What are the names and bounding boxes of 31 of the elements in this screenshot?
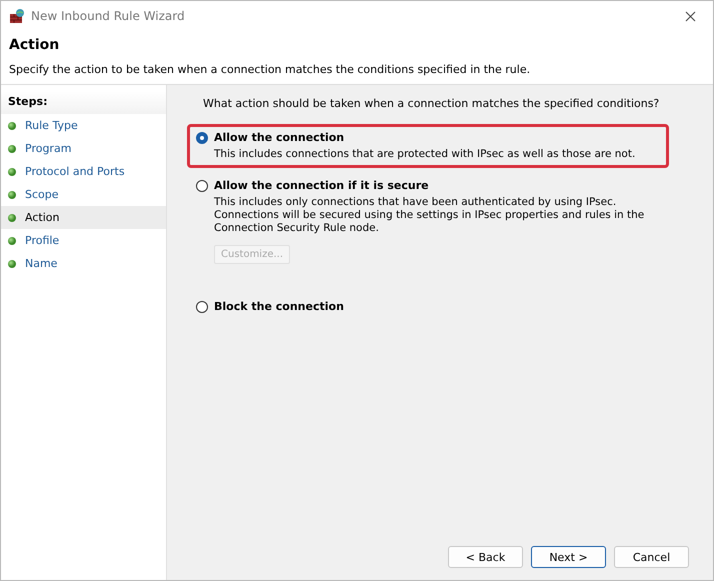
step-item[interactable]: Protocol and Ports xyxy=(1,160,166,183)
step-item[interactable]: Name xyxy=(1,252,166,275)
option-description: This includes only connections that have been authenticated by using IPsec. Connections will be secured using the settings in IPsec properties and rules in the Connection Security Rule node. xyxy=(214,196,646,235)
step-item[interactable]: Program xyxy=(1,137,166,160)
dialog-button[interactable]: < Back xyxy=(448,546,523,568)
step-bullet-icon xyxy=(8,168,16,176)
step-bullet-icon xyxy=(8,260,16,268)
step-item[interactable]: Action xyxy=(1,206,166,229)
step-bullet-icon xyxy=(8,214,16,222)
option-label[interactable]: Block the connection xyxy=(214,300,344,313)
step-item[interactable]: Profile xyxy=(1,229,166,252)
window-title: New Inbound Rule Wizard xyxy=(31,9,186,23)
dialog-button[interactable]: Cancel xyxy=(614,546,689,568)
step-bullet-icon xyxy=(8,144,16,152)
step-item[interactable]: Scope xyxy=(1,183,166,206)
step-bullet-icon xyxy=(8,122,16,130)
radio-button[interactable] xyxy=(196,301,208,313)
option-label[interactable]: Allow the connection xyxy=(214,131,636,144)
step-item[interactable]: Rule Type xyxy=(1,114,166,137)
firewall-icon xyxy=(9,8,25,24)
close-icon xyxy=(684,10,696,22)
page-description: Specify the action to be taken when a connection matches the conditions specified in the rule. xyxy=(9,63,532,76)
radio-button[interactable] xyxy=(196,132,208,144)
option-label[interactable]: Allow the connection if it is secure xyxy=(214,179,660,192)
dialog-button[interactable]: Next > xyxy=(531,546,606,568)
step-bullet-icon xyxy=(8,236,16,244)
question-text: What action should be taken when a connection matches the specified conditions? xyxy=(203,97,660,110)
page-title: Action xyxy=(9,37,60,53)
radio-button[interactable] xyxy=(196,180,208,192)
option-description: This includes connections that are protected with IPsec as well as those are not. xyxy=(214,148,636,161)
step-bullet-icon xyxy=(8,190,16,198)
